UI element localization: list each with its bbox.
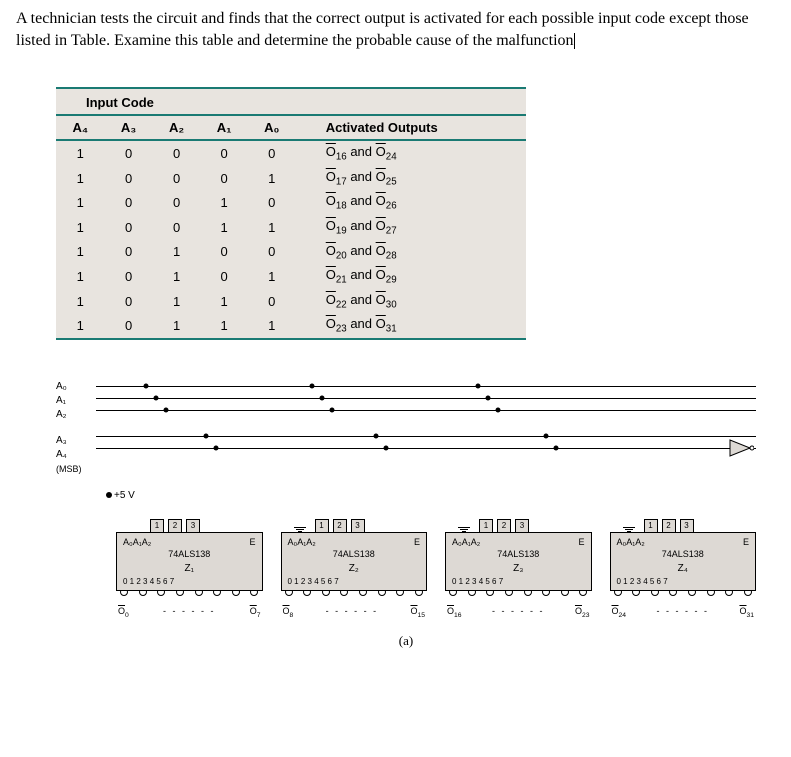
label-a0: A₀ (56, 380, 82, 394)
table-row: 1 0 0 0 0 O16 and O24 (56, 141, 526, 166)
col-a4: A₄ (56, 116, 105, 139)
chip-z4: 123 A₀A₁A₂E 74ALS138 Z₄ 0 1 2 3 4 5 6 7 … (610, 508, 757, 619)
label-a4: A₄ (56, 448, 82, 462)
truth-table: Input Code A₄ A₃ A₂ A₁ A₀ Activated Outp… (56, 87, 526, 340)
problem-text: A technician tests the circuit and finds… (16, 10, 749, 49)
col-a2: A₂ (153, 116, 201, 139)
input-labels: A₀ A₁ A₂ A₃ A₄ (MSB) (56, 380, 82, 476)
col-a3: A₃ (105, 116, 153, 139)
chip-z1: 123 A₀A₁A₂E 74ALS138 Z₁ 0 1 2 3 4 5 6 7 … (116, 508, 263, 619)
chip-z2: 123 A₀A₁A₂E 74ALS138 Z₂ 0 1 2 3 4 5 6 7 … (281, 508, 428, 619)
table-row: 1 0 1 0 1 O21 and O29 (56, 264, 526, 289)
table-row: 1 0 1 0 0 O20 and O28 (56, 240, 526, 265)
table-row: 1 0 0 1 0 O18 and O26 (56, 190, 526, 215)
bus-lines (96, 380, 756, 490)
activated-outputs-header: Activated Outputs (296, 116, 526, 139)
problem-statement: A technician tests the circuit and finds… (16, 8, 775, 51)
chip-z3: 123 A₀A₁A₂E 74ALS138 Z₃ 0 1 2 3 4 5 6 7 … (445, 508, 592, 619)
plus5v-label: +5 V (56, 490, 756, 504)
chips-row: 123 A₀A₁A₂E 74ALS138 Z₁ 0 1 2 3 4 5 6 7 … (116, 508, 756, 619)
input-code-header: Input Code (56, 89, 296, 114)
circuit-diagram: A₀ A₁ A₂ A₃ A₄ (MSB) +5 V (56, 380, 756, 649)
label-a3: A₃ (56, 434, 82, 448)
table-row: 1 0 0 1 1 O19 and O27 (56, 215, 526, 240)
buffer-icon (728, 438, 754, 458)
table-row: 1 0 1 1 0 O22 and O30 (56, 289, 526, 314)
label-a1: A₁ (56, 394, 82, 408)
table-row: 1 0 1 1 1 O23 and O31 (56, 313, 526, 338)
label-msb: (MSB) (56, 462, 82, 476)
figure-label: (a) (56, 633, 756, 649)
col-a1: A₁ (201, 116, 248, 139)
label-a2: A₂ (56, 408, 82, 422)
text-cursor (574, 33, 575, 49)
col-a0: A₀ (248, 116, 296, 139)
table-row: 1 0 0 0 1 O17 and O25 (56, 166, 526, 191)
